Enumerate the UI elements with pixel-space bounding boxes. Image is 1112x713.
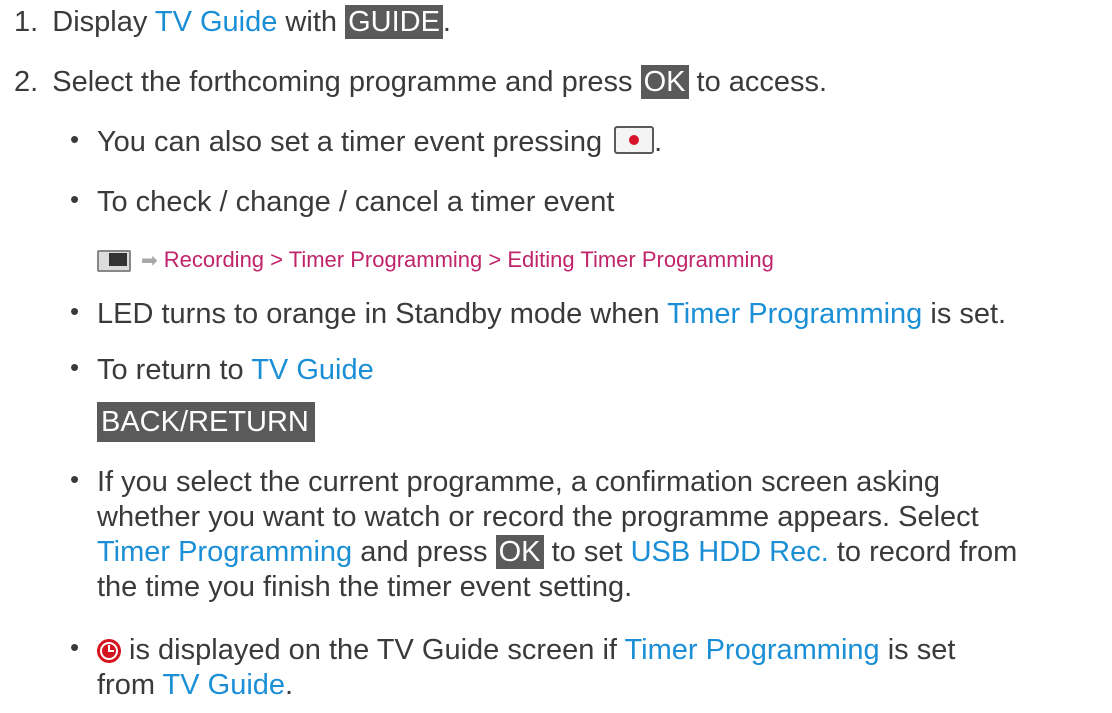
bullet-dot: •: [70, 464, 80, 494]
bullet-timer-icon-l1: is displayed on the TV Guide screen if T…: [97, 632, 955, 668]
arrow-right-icon: ➡: [141, 250, 158, 272]
step-text: .: [442, 6, 451, 38]
step-number: 2.: [14, 66, 39, 98]
tv-guide-link[interactable]: TV Guide: [155, 6, 278, 38]
usb-hdd-rec-link[interactable]: USB HDD Rec.: [631, 536, 829, 568]
bullet-text: You can also set a timer event pressing: [97, 126, 611, 158]
back-return-key: BACK/RETURN: [97, 402, 315, 442]
bullet-text: .: [285, 669, 294, 701]
step-1: 1. Display TV Guide with GUIDE.: [14, 4, 451, 40]
bullet-dot: •: [70, 352, 80, 382]
step-text: Select the forthcoming programme and pre…: [52, 66, 641, 98]
bullet-text: the time you finish the timer event sett…: [97, 571, 633, 603]
bullet-text: is set: [879, 634, 956, 666]
bullet-check-timer: To check / change / cancel a timer event: [97, 184, 614, 220]
timer-clock-icon: [97, 639, 121, 663]
bullet-current-programme-l4: the time you finish the timer event sett…: [97, 569, 632, 605]
bullet-current-programme-l3: Timer Programming and press OK to set US…: [97, 534, 1017, 570]
step-number: 1.: [14, 6, 39, 38]
bullet-text: is displayed on the TV Guide screen if: [121, 634, 625, 666]
bullet-text: LED turns to orange in Standby mode when: [97, 298, 668, 330]
bullet-text: and press: [352, 536, 496, 568]
bullet-text: to record from: [828, 536, 1018, 568]
tv-guide-link[interactable]: TV Guide: [251, 354, 374, 386]
guide-key: GUIDE: [345, 5, 443, 39]
bullet-current-programme-l1: If you select the current programme, a c…: [97, 464, 940, 500]
bullet-text: .: [654, 126, 663, 158]
tv-guide-link[interactable]: TV Guide: [163, 669, 286, 701]
tv-menu-icon: [97, 248, 137, 272]
bullet-dot: •: [70, 296, 80, 326]
ok-key: OK: [640, 65, 689, 99]
menu-path: ➡ Recording > Timer Programming > Editing…: [97, 240, 774, 279]
step-text: to access.: [688, 66, 828, 98]
bullet-return: To return to TV Guide: [97, 352, 374, 388]
bullet-dot: •: [70, 124, 80, 154]
bullet-dot: •: [70, 632, 80, 662]
bullet-led: LED turns to orange in Standby mode when…: [97, 296, 1006, 332]
bullet-text: whether you want to watch or record the …: [97, 501, 979, 533]
bullet-timer-event: You can also set a timer event pressing …: [97, 124, 662, 160]
step-text: Display: [52, 6, 155, 38]
step-2: 2. Select the forthcoming programme and …: [14, 64, 827, 100]
bullet-text: To check / change / cancel a timer event: [97, 186, 615, 218]
bullet-current-programme-l2: whether you want to watch or record the …: [97, 499, 979, 535]
record-button-icon: [614, 126, 655, 154]
ok-key: OK: [495, 535, 544, 569]
bullet-timer-icon-l2: from TV Guide.: [97, 667, 293, 703]
step-text: with: [277, 6, 346, 38]
bullet-text: If you select the current programme, a c…: [97, 466, 940, 498]
back-return-row: BACK/RETURN: [97, 402, 315, 442]
bullet-text: from: [97, 669, 163, 701]
timer-programming-link[interactable]: Timer Programming: [625, 634, 880, 666]
bullet-text: is set.: [922, 298, 1007, 330]
timer-programming-link[interactable]: Timer Programming: [97, 536, 352, 568]
bullet-dot: •: [70, 184, 80, 214]
bullet-text: to set: [543, 536, 631, 568]
bullet-text: To return to: [97, 354, 252, 386]
menu-path-link[interactable]: Recording > Timer Programming > Editing …: [164, 247, 774, 272]
timer-programming-link[interactable]: Timer Programming: [667, 298, 922, 330]
